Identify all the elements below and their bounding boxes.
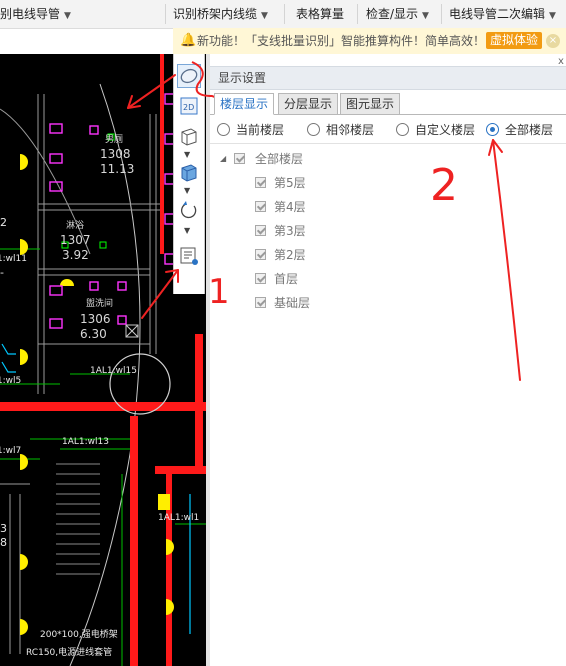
menu-divider (284, 4, 285, 24)
room-height: 11.13 (100, 162, 134, 176)
chevron-down-icon: ▼ (422, 11, 429, 21)
expand-triangle-icon[interactable]: ◢ (220, 149, 226, 169)
tree-item-floor[interactable]: 第4层 (255, 197, 405, 217)
wire-label: 1AL1:wl7 (0, 446, 21, 456)
checkbox[interactable] (255, 249, 266, 260)
menu-bar: 别电线导管 ▼ 识别桥架内线缆 ▼ 表格算量 检查/显示 ▼ 电线导管二次编辑 ▼ (0, 0, 566, 29)
menu-divider (357, 4, 358, 24)
wire-label: 1AL1:wl11 (0, 254, 27, 264)
tree-item-floor[interactable]: 首层 (255, 269, 405, 289)
menu-wire-conduit[interactable]: 别电线导管 ▼ (0, 0, 71, 28)
display-settings-panel: 显示设置 x 楼层显示 分层显示 图元显示 当前楼层 相邻楼层 自定义楼层 全部… (210, 54, 566, 666)
radio-button[interactable] (396, 123, 409, 136)
drawing-fragment: 8 (0, 536, 7, 549)
room-height: 3.92 (62, 248, 89, 262)
tree-item-floor[interactable]: 第2层 (255, 245, 405, 265)
tray-spec-label: 200*100,强电桥架 (40, 628, 118, 640)
checkbox[interactable] (255, 273, 266, 284)
room-height: 6.30 (80, 327, 107, 341)
drawing-fragment: 3 (0, 522, 7, 535)
tab-layer-display[interactable]: 分层显示 (278, 93, 339, 115)
panel-header: 显示设置 x (210, 56, 566, 90)
wire-label: 1AL1:wl1 (158, 513, 199, 523)
lighting-symbols (20, 154, 174, 635)
drawing-fragment: 2 (0, 216, 7, 229)
shaded-cube-icon (181, 164, 197, 182)
room-name: 男厕 (105, 134, 123, 145)
chevron-down-icon: ▼ (261, 11, 268, 21)
radio-button[interactable] (217, 123, 230, 136)
menu-divider (165, 4, 166, 24)
room-area: 1308 (100, 147, 131, 161)
wire-label: 1AL1:wl13 (62, 437, 109, 447)
menu-tray-cable[interactable]: 识别桥架内线缆 ▼ (173, 0, 268, 28)
radio-button-selected[interactable] (486, 123, 499, 136)
display-settings-button[interactable] (177, 64, 201, 88)
panel-title: 显示设置 (218, 71, 267, 85)
menu-check-display[interactable]: 检查/显示 ▼ (366, 0, 429, 28)
tree-item-floor[interactable]: 第3层 (255, 221, 405, 241)
2d-icon: 2D (180, 97, 198, 115)
radio-button[interactable] (307, 123, 320, 136)
2d-view-button[interactable]: 2D (177, 94, 201, 118)
divider (210, 143, 566, 144)
rotate-icon (180, 201, 197, 219)
menu-divider (441, 4, 442, 24)
tree-item-floor[interactable]: 基础层 (255, 293, 405, 313)
drawing-fragment: - (0, 266, 4, 279)
wire-label: 1AL1:wl15 (90, 366, 137, 376)
feature-notice-bar: 🔔 新功能！「支线批量识别」智能推算构件！简单高效！ 虚拟体验 × (173, 28, 566, 55)
chevron-down-icon: ▼ (64, 11, 71, 21)
tree-root-all-floors[interactable]: ◢ 全部楼层 (220, 149, 420, 169)
stair-hatch (56, 463, 100, 575)
checkbox[interactable] (255, 201, 266, 212)
close-icon[interactable]: × (546, 34, 560, 48)
chevron-down-icon: ▼ (549, 11, 556, 21)
checkbox[interactable] (234, 153, 245, 164)
menu-table-calc[interactable]: 表格算量 (296, 0, 344, 28)
room-labels: 男厕 1308 11.13 淋浴 1307 3.92 盥洗间 1306 6.30 (60, 134, 134, 341)
checkbox[interactable] (255, 297, 266, 308)
cyan-wire-lines (1, 343, 191, 634)
try-now-button[interactable]: 虚拟体验 (486, 32, 543, 49)
close-icon[interactable]: x (558, 56, 564, 67)
view-toolbar: 2D ▼ ▼ ▼ (173, 54, 205, 294)
svg-text:2D: 2D (183, 103, 194, 112)
conduit-spec-label: RC150,电源进线套管 (26, 646, 112, 658)
wire-label: 1AL1:wl5 (0, 376, 21, 386)
checkbox[interactable] (255, 177, 266, 188)
chevron-down-icon[interactable]: ▼ (184, 186, 190, 195)
tab-floor-display[interactable]: 楼层显示 (214, 93, 275, 115)
checkbox[interactable] (255, 225, 266, 236)
shaded-view-button[interactable] (177, 160, 201, 184)
menu-wire-edit[interactable]: 电线导管二次编辑 ▼ (449, 0, 556, 28)
room-area: 1306 (80, 312, 111, 326)
3d-view-button[interactable] (177, 124, 201, 148)
tree-item-floor[interactable]: 第5层 (255, 173, 405, 193)
ellipse-icon (180, 68, 198, 84)
chevron-down-icon[interactable]: ▼ (184, 226, 190, 235)
room-name: 淋浴 (66, 219, 84, 231)
cube-icon (181, 128, 197, 146)
list-settings-icon (180, 247, 198, 265)
tab-element-display[interactable]: 图元显示 (340, 93, 401, 115)
layer-display-button[interactable] (177, 244, 201, 268)
notice-message: 新功能！「支线批量识别」智能推算构件！简单高效！ (197, 34, 486, 48)
rotate-view-button[interactable] (177, 198, 201, 222)
floor-scope-radio-group: 当前楼层 相邻楼层 自定义楼层 全部楼层 (210, 115, 566, 143)
room-area: 1307 (60, 233, 91, 247)
bell-icon: 🔔 (180, 33, 197, 48)
room-name: 盥洗间 (86, 297, 113, 309)
chevron-down-icon[interactable]: ▼ (184, 150, 190, 159)
